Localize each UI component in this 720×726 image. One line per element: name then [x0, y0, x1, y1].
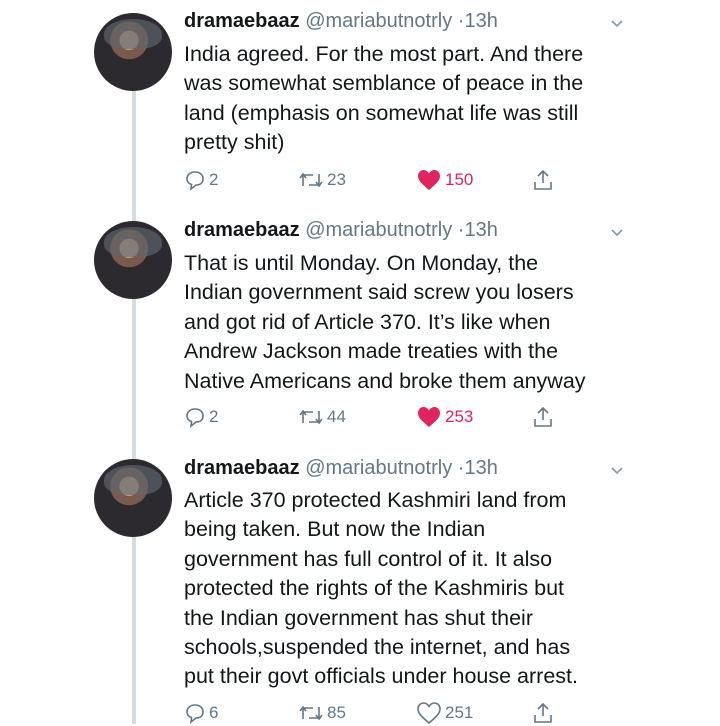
tweet-text-line: India agreed. For the most part. And the…	[184, 42, 584, 66]
tweet-text-line: land (emphasis on somewhat life was stil…	[184, 100, 579, 125]
like-count: 251	[445, 703, 474, 722]
chevron-down-icon	[611, 229, 623, 237]
retweet-button[interactable]: 85	[298, 700, 346, 726]
reply-button[interactable]: 6	[184, 700, 218, 726]
share-button[interactable]	[532, 700, 554, 726]
tweet-text-line: put their govt officials under house arr…	[184, 664, 578, 689]
display-name[interactable]: dramaebaaz	[184, 457, 300, 479]
tweet-text-line: and got rid of Article 370. It’s like wh…	[184, 309, 551, 334]
heart-icon	[418, 170, 440, 190]
reply-button[interactable]: 2	[184, 167, 218, 193]
retweet-count: 85	[327, 703, 346, 722]
tweet-header: dramaebaaz @mariabutnotrly ·13h	[184, 219, 498, 242]
share-button[interactable]	[532, 167, 554, 193]
avatar[interactable]	[94, 221, 172, 299]
reply-button[interactable]: 2	[184, 404, 218, 430]
speech-bubble-icon	[186, 171, 204, 191]
reply-count: 2	[209, 170, 219, 189]
share-button[interactable]	[532, 404, 554, 430]
more-options-button[interactable]	[610, 16, 624, 30]
handle[interactable]: @mariabutnotrly	[305, 457, 452, 479]
retweet-button[interactable]: 44	[298, 404, 346, 430]
heart-icon	[417, 702, 441, 725]
timestamp[interactable]: 13h	[464, 10, 497, 32]
chevron-down-icon	[611, 20, 623, 28]
chevron-down-icon	[611, 467, 623, 475]
retweet-arrows-icon	[299, 705, 323, 721]
tweet-header: dramaebaaz @mariabutnotrly ·13h	[184, 10, 498, 33]
retweet-count: 44	[327, 407, 346, 426]
speech-bubble-icon	[186, 704, 204, 724]
like-count: 253	[445, 407, 474, 426]
tweet-text-line: being taken. But now the Indian	[184, 517, 486, 542]
tweet-text-line: pretty shit)	[184, 130, 285, 155]
reply-count: 6	[209, 703, 219, 722]
display-name[interactable]: dramaebaaz	[184, 10, 300, 32]
retweet-count: 23	[327, 170, 346, 189]
tweet-text: That is until Monday. On Monday, the Ind…	[184, 249, 634, 396]
tweet-text: Article 370 protected Kashmiri land from…	[184, 486, 634, 692]
share-upload-icon	[534, 406, 552, 427]
share-upload-icon	[534, 702, 552, 723]
like-button[interactable]: 251	[416, 700, 473, 726]
tweet-text-line: Andrew Jackson made treaties with the	[184, 339, 559, 364]
tweet-text-line: That is until Monday. On Monday, the	[184, 251, 539, 275]
retweet-arrows-icon	[299, 172, 323, 188]
reply-count: 2	[209, 407, 219, 426]
more-options-button[interactable]	[610, 225, 624, 239]
like-button[interactable]: 253	[416, 404, 473, 430]
speech-bubble-icon	[186, 408, 204, 428]
retweet-button[interactable]: 23	[298, 167, 346, 193]
like-button[interactable]: 150	[416, 167, 473, 193]
retweet-arrows-icon	[299, 409, 323, 425]
more-options-button[interactable]	[610, 463, 624, 477]
tweet-text-line: Article 370 protected Kashmiri land from	[184, 488, 567, 512]
tweet-text-line: Indian government said screw you losers	[184, 280, 574, 305]
avatar[interactable]	[94, 459, 172, 537]
timestamp[interactable]: 13h	[464, 219, 497, 241]
tweet-text-line: was somewhat semblance of peace in the	[184, 71, 584, 96]
tweet-text-line: Native Americans and broke them anyway	[184, 368, 586, 393]
thread-connector-line	[132, 90, 136, 724]
avatar[interactable]	[94, 13, 172, 91]
handle[interactable]: @mariabutnotrly	[305, 219, 452, 241]
display-name[interactable]: dramaebaaz	[184, 219, 300, 241]
tweet-header: dramaebaaz @mariabutnotrly ·13h	[184, 457, 498, 480]
like-count: 150	[445, 170, 474, 189]
timestamp[interactable]: 13h	[464, 457, 497, 479]
heart-icon	[418, 407, 440, 427]
tweet-text-line: protected the rights of the Kashmiris bu…	[184, 576, 565, 601]
share-upload-icon	[534, 169, 552, 190]
tweet-text-line: schools,suspended the internet, and has	[184, 635, 571, 660]
tweet-text-line: the Indian government has shut their	[184, 605, 533, 630]
tweet-text-line: government has full control of it. It al…	[184, 546, 553, 571]
tweet-text: India agreed. For the most part. And the…	[184, 40, 634, 158]
handle[interactable]: @mariabutnotrly	[305, 10, 452, 32]
